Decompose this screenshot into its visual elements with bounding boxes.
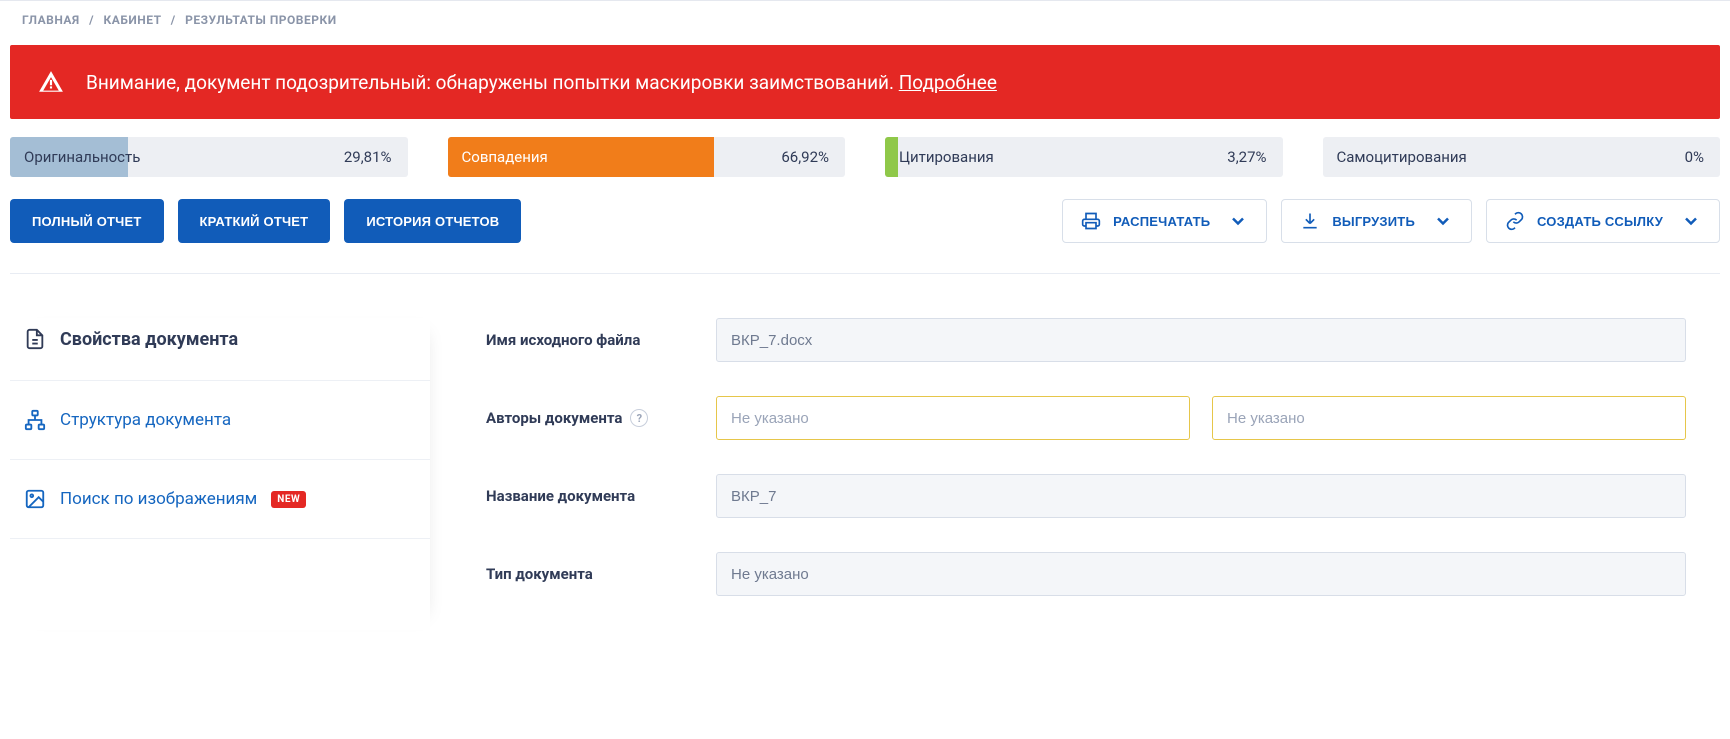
side-nav-properties[interactable]: Свойства документа: [10, 318, 430, 381]
stat-matches: Совпадения 66,92%: [448, 137, 846, 177]
stat-citations-value: 3,27%: [1227, 148, 1282, 166]
doc-name-input[interactable]: [716, 474, 1686, 518]
stat-originality: Оригинальность 29,81%: [10, 137, 408, 177]
stat-selfcite-value: 0%: [1685, 148, 1720, 166]
stat-citations: Цитирования 3,27%: [885, 137, 1283, 177]
chevron-down-icon: [1228, 211, 1248, 231]
share-label: СОЗДАТЬ ССЫЛКУ: [1537, 214, 1663, 229]
side-nav-structure[interactable]: Структура документа: [10, 381, 430, 460]
chevron-down-icon: [1433, 211, 1453, 231]
stat-matches-value: 66,92%: [781, 148, 845, 166]
source-filename-input[interactable]: [716, 318, 1686, 362]
stat-selfcite-label: Самоцитирования: [1323, 148, 1467, 166]
stat-originality-value: 29,81%: [344, 148, 408, 166]
stat-matches-label: Совпадения: [448, 148, 548, 166]
actions-row: ПОЛНЫЙ ОТЧЕТ КРАТКИЙ ОТЧЕТ ИСТОРИЯ ОТЧЕТ…: [10, 199, 1720, 274]
breadcrumb-sep: /: [165, 13, 182, 27]
alert-text: Внимание, документ подозрительный: обнар…: [86, 71, 899, 94]
author-lastname-input[interactable]: [716, 396, 1190, 440]
authors-label: Авторы документа: [486, 409, 622, 427]
link-icon: [1505, 211, 1525, 231]
history-button[interactable]: ИСТОРИЯ ОТЧЕТОВ: [344, 199, 521, 243]
stats-row: Оригинальность 29,81% Совпадения 66,92% …: [10, 137, 1720, 177]
source-filename-label: Имя исходного файла: [486, 331, 716, 349]
side-structure-label: Структура документа: [60, 410, 231, 430]
document-icon: [24, 328, 46, 350]
side-image-search-label: Поиск по изображениям: [60, 489, 257, 509]
side-nav-image-search[interactable]: Поиск по изображениям NEW: [10, 460, 430, 539]
short-report-button[interactable]: КРАТКИЙ ОТЧЕТ: [178, 199, 331, 243]
chevron-down-icon: [1681, 211, 1701, 231]
print-button[interactable]: РАСПЕЧАТАТЬ: [1062, 199, 1267, 243]
breadcrumb-cabinet[interactable]: КАБИНЕТ: [104, 13, 162, 27]
stat-originality-label: Оригинальность: [10, 148, 140, 166]
image-icon: [24, 488, 46, 510]
side-nav: Свойства документа Структура документа П…: [10, 318, 430, 630]
breadcrumb: ГЛАВНАЯ / КАБИНЕТ / РЕЗУЛЬТАТЫ ПРОВЕРКИ: [0, 1, 1730, 39]
structure-icon: [24, 409, 46, 431]
share-link-button[interactable]: СОЗДАТЬ ССЫЛКУ: [1486, 199, 1720, 243]
export-button[interactable]: ВЫГРУЗИТЬ: [1281, 199, 1472, 243]
author-firstname-input[interactable]: [1212, 396, 1686, 440]
doc-name-label: Название документа: [486, 487, 716, 505]
print-label: РАСПЕЧАТАТЬ: [1113, 214, 1210, 229]
warning-banner: Внимание, документ подозрительный: обнар…: [10, 45, 1720, 119]
alert-more-link[interactable]: Подробнее: [899, 71, 997, 94]
breadcrumb-home[interactable]: ГЛАВНАЯ: [22, 13, 80, 27]
export-label: ВЫГРУЗИТЬ: [1332, 214, 1415, 229]
download-icon: [1300, 211, 1320, 231]
breadcrumb-sep: /: [83, 13, 100, 27]
alert-triangle-icon: [38, 69, 64, 95]
stat-selfcite: Самоцитирования 0%: [1323, 137, 1721, 177]
doc-type-input[interactable]: [716, 552, 1686, 596]
document-properties-form: Имя исходного файла Авторы документа ? Н…: [430, 318, 1720, 630]
breadcrumb-current: РЕЗУЛЬТАТЫ ПРОВЕРКИ: [185, 13, 336, 27]
printer-icon: [1081, 211, 1101, 231]
help-icon[interactable]: ?: [630, 409, 648, 427]
doc-type-label: Тип документа: [486, 565, 716, 583]
full-report-button[interactable]: ПОЛНЫЙ ОТЧЕТ: [10, 199, 164, 243]
side-props-title: Свойства документа: [60, 329, 238, 350]
new-badge: NEW: [271, 491, 306, 508]
stat-citations-label: Цитирования: [885, 148, 994, 166]
